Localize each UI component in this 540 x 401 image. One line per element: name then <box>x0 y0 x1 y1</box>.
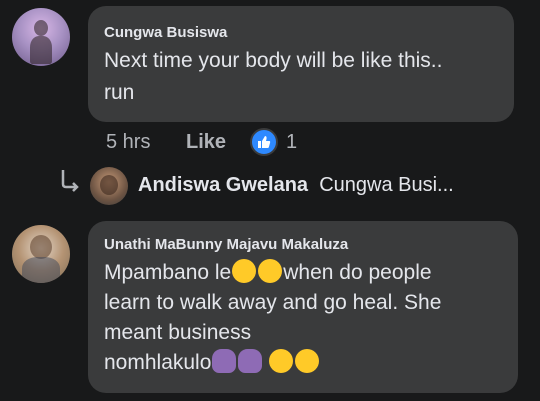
comment-text-fragment: nomhlakulo <box>104 351 212 374</box>
comment-text-fragment: when do people <box>283 261 432 284</box>
eye-roll-emoji-icon <box>258 259 283 283</box>
reply-text-preview[interactable]: Cungwa Busi... <box>319 174 454 196</box>
avatar-cungwa[interactable] <box>12 8 70 66</box>
flushed-face-emoji-icon <box>232 259 257 283</box>
thumbs-up-icon[interactable] <box>250 128 278 156</box>
person-gesturing-emoji-icon <box>212 349 237 373</box>
comment-bubble: Cungwa Busiswa Next time your body will … <box>88 6 514 122</box>
reply-arrow-icon <box>61 170 79 192</box>
comment-text-fragment: Mpambano le <box>104 261 232 284</box>
comment-bubble: Unathi MaBunny Majavu Makaluza Mpambano … <box>88 221 518 393</box>
person-gesturing-emoji-icon <box>238 349 263 373</box>
comment-text-line: learn to walk away and go heal. She <box>104 291 442 314</box>
reply-author[interactable]: Andiswa Gwelana <box>138 174 308 196</box>
comment-text-line: meant business <box>104 321 252 344</box>
comment-author[interactable]: Cungwa Busiswa <box>104 24 227 41</box>
avatar-andiswa[interactable] <box>90 167 128 205</box>
comment-text-line: nomhlakulo <box>104 348 320 378</box>
comment-text-line: Next time your body will be like this.. <box>104 49 443 72</box>
comment-text-line: run <box>104 81 135 104</box>
reaction-count[interactable]: 1 <box>286 131 297 154</box>
comment-timestamp[interactable]: 5 hrs <box>106 131 150 154</box>
avatar-unathi[interactable] <box>12 225 70 283</box>
reply-preview[interactable]: Andiswa Gwelana Cungwa Busi... <box>138 174 454 197</box>
frowning-face-emoji-icon <box>269 349 294 373</box>
like-button[interactable]: Like <box>186 131 226 154</box>
comment-text-line: Mpambano le when do people <box>104 258 432 288</box>
comment-author[interactable]: Unathi MaBunny Majavu Makaluza <box>104 236 348 253</box>
frowning-face-emoji-icon <box>295 349 320 373</box>
